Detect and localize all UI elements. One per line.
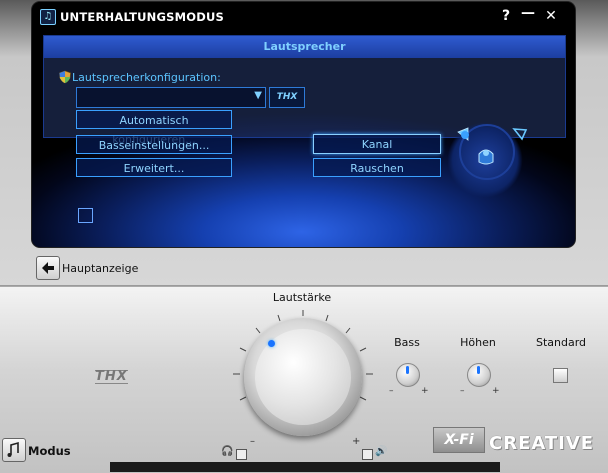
headphones-toggle[interactable] [236, 449, 247, 460]
back-button[interactable] [36, 256, 60, 280]
advanced-button[interactable]: Erweitert... [76, 158, 232, 177]
creative-logo: CREATIVE [489, 433, 595, 454]
panel-title: Lautsprecher [263, 40, 346, 53]
mode-label[interactable]: Modus [28, 444, 71, 458]
noise-button[interactable]: Rauschen [313, 158, 441, 177]
channel-button[interactable]: Kanal [313, 134, 441, 154]
option-checkbox[interactable] [78, 208, 93, 223]
volume-max-label: + [352, 436, 360, 447]
window-title: UNTERHALTUNGSMODUS [60, 10, 224, 24]
speaker-toggle[interactable] [362, 449, 373, 460]
speaker-icon: 🔊 [375, 446, 388, 457]
arrow-left-icon [42, 262, 54, 274]
standard-label: Standard [535, 336, 587, 349]
mode-window: ♫ UNTERHALTUNGSMODUS ? — ✕ Lautsprecher … [32, 2, 575, 247]
standard-reset-button[interactable] [553, 368, 568, 383]
volume-label: Lautstärke [272, 291, 332, 304]
shield-icon [59, 70, 71, 84]
headphones-icon: 🎧 [221, 446, 234, 457]
volume-indicator [268, 340, 275, 347]
speaker-config-dropdown[interactable]: ▼ [76, 87, 266, 108]
treble-indicator [477, 366, 480, 374]
volume-min-label: – [250, 436, 255, 447]
treble-min-label: – [460, 386, 465, 396]
bass-indicator [406, 366, 409, 374]
bottom-strip [110, 462, 500, 472]
auto-configure-button[interactable]: Automatisch konfigurieren... [76, 110, 232, 146]
speaker-config-label: Lautsprecherkonfiguration: [72, 71, 221, 84]
app-icon: ♫ [40, 9, 56, 25]
chevron-down-icon: ▼ [254, 90, 262, 101]
thx-logo: THX [95, 369, 128, 384]
main-view-row: Hauptanzeige [34, 256, 174, 282]
right-speaker-icon [512, 128, 528, 141]
help-button[interactable]: ? [498, 8, 514, 24]
music-note-icon [7, 441, 19, 457]
bass-min-label: – [389, 386, 394, 396]
bass-settings-button[interactable]: Basseinstellungen... [76, 135, 232, 154]
minimize-button[interactable]: — [520, 5, 536, 21]
speaker-layout-icon[interactable] [452, 122, 532, 182]
xfi-logo: X-Fi [433, 427, 485, 453]
treble-label: Höhen [460, 336, 496, 349]
bass-max-label: + [421, 386, 429, 396]
treble-max-label: + [492, 386, 500, 396]
mode-button[interactable] [2, 438, 26, 462]
close-button[interactable]: ✕ [543, 8, 559, 24]
main-view-label[interactable]: Hauptanzeige [62, 262, 138, 275]
bass-label: Bass [394, 336, 420, 349]
title-bar: ♫ UNTERHALTUNGSMODUS ? — ✕ [32, 2, 575, 32]
panel-header: Lautsprecher [44, 36, 565, 58]
thx-button[interactable]: THX [269, 87, 305, 108]
